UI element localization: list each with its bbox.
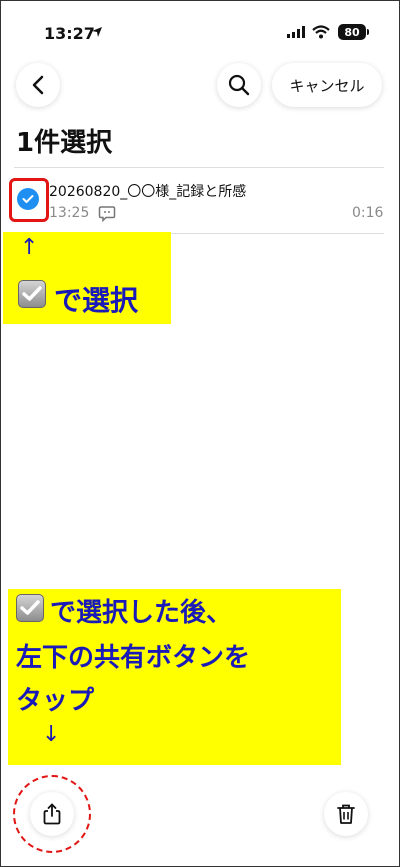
divider [14,167,384,168]
annotation-text-top: で選択 [54,284,139,317]
share-button[interactable] [30,792,74,836]
checkbox-emoji-icon [16,594,44,622]
checkbox-emoji-icon [18,280,46,308]
search-icon [228,74,250,96]
trash-icon [337,804,355,824]
annotation-arrow-down: ↓ [42,722,61,747]
annotation-arrow-up: ↑ [20,235,39,260]
annotation-line-3: タップ [16,686,95,716]
battery-indicator: 80 [338,24,366,40]
annotation-line-1: で選択した後、 [50,598,233,628]
recording-duration: 0:16 [352,205,384,221]
share-icon [43,803,61,825]
search-button[interactable] [217,63,261,107]
back-button[interactable] [16,63,60,107]
transcript-icon [98,206,116,223]
chevron-left-icon [32,75,44,95]
annotation-line-2: 左下の共有ボタンを [16,643,251,673]
checkmark-icon [22,195,34,203]
signal-icon [287,26,305,38]
cancel-button[interactable]: キャンセル [272,63,382,107]
location-arrow-icon [92,27,102,37]
page-title: 1件選択 [16,128,113,158]
recording-time: 13:25 [49,205,90,221]
selected-checkbox[interactable] [17,188,39,210]
wifi-icon [312,25,330,39]
recording-title[interactable]: 20260820_〇〇様_記録と所感 [49,181,246,201]
battery-level: 80 [344,25,360,39]
delete-button[interactable] [324,792,368,836]
status-time: 13:27 [44,24,95,43]
